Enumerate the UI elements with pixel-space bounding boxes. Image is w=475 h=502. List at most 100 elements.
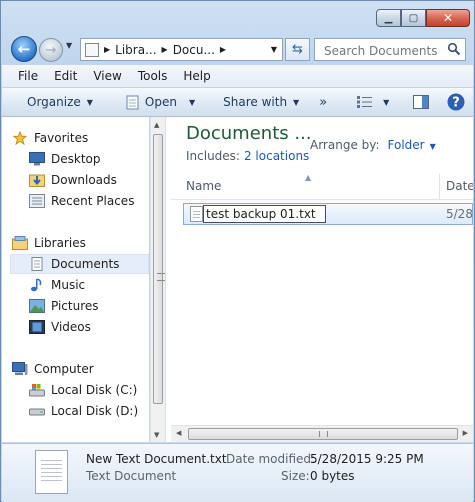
- nav-pictures[interactable]: Pictures: [29, 296, 149, 316]
- column-header-name[interactable]: Name: [186, 179, 221, 193]
- nav-recent-places[interactable]: Recent Places: [29, 191, 149, 211]
- refresh-icon: ⇆: [292, 42, 303, 57]
- arrange-by: Arrange by: Folder ▼: [310, 138, 436, 152]
- title-bar[interactable]: ▁ ▢ ✕: [1, 1, 475, 34]
- arrange-by-label: Arrange by:: [310, 138, 380, 152]
- preview-pane-icon: [413, 95, 430, 109]
- details-file-type: Text Document: [86, 469, 177, 483]
- close-button[interactable]: ✕: [426, 9, 470, 27]
- nav-favorites-label: Favorites: [34, 131, 89, 145]
- arrange-by-dropdown[interactable]: Folder ▼: [388, 138, 436, 152]
- drive-icon: [29, 408, 45, 416]
- navigation-pane: Favorites Desktop Downloads Recent Place…: [2, 117, 149, 442]
- explorer-window: ▁ ▢ ✕ ← → ▼ ▶ Libra... ▶ Docu... ▶ ▼ ⇆ F…: [0, 0, 475, 502]
- star-icon: [12, 131, 28, 145]
- help-button[interactable]: ?: [447, 88, 465, 116]
- column-header-date[interactable]: Date: [446, 179, 473, 193]
- music-icon: [31, 278, 42, 292]
- refresh-button[interactable]: ⇆: [285, 38, 310, 61]
- desktop-icon: [29, 152, 45, 166]
- chevron-down-icon: ▼: [429, 142, 436, 151]
- rename-input[interactable]: test backup 01.txt: [203, 205, 326, 223]
- details-pane: New Text Document.txt Text Document Date…: [2, 443, 473, 502]
- organize-button[interactable]: Organize ▼: [27, 88, 93, 116]
- breadcrumb-documents[interactable]: Docu...: [173, 43, 215, 57]
- share-with-label: Share with: [223, 95, 288, 109]
- details-file-name: New Text Document.txt: [86, 452, 227, 466]
- open-label: Open: [144, 95, 177, 109]
- forward-button[interactable]: →: [39, 38, 63, 62]
- recent-pages-dropdown[interactable]: ▼: [66, 41, 76, 57]
- nav-desktop-label: Desktop: [51, 152, 101, 166]
- search-input[interactable]: [322, 40, 452, 61]
- details-view-icon: [357, 96, 373, 108]
- nav-local-disk-c[interactable]: Local Disk (C:): [29, 380, 149, 400]
- nav-desktop[interactable]: Desktop: [29, 149, 149, 169]
- minimize-icon: ▁: [384, 12, 393, 24]
- open-button[interactable]: Open ▼: [125, 88, 195, 116]
- maximize-button[interactable]: ▢: [401, 9, 426, 27]
- menu-bar: File Edit View Tools Help: [2, 65, 473, 88]
- caption-buttons: ▁ ▢ ✕: [376, 9, 470, 27]
- search-box[interactable]: [314, 38, 466, 61]
- chevron-down-icon: ▼: [293, 97, 300, 107]
- details-size-value: 0 bytes: [310, 469, 355, 483]
- nav-local-disk-d[interactable]: Local Disk (D:): [29, 401, 149, 421]
- organize-label: Organize: [27, 95, 81, 109]
- scroll-right-arrow-icon[interactable]: ▶: [463, 429, 468, 437]
- menu-edit[interactable]: Edit: [46, 69, 85, 83]
- scroll-down-arrow-icon[interactable]: ▼: [154, 431, 159, 439]
- nav-libraries[interactable]: Libraries: [12, 233, 159, 253]
- file-date: 5/28: [446, 207, 473, 221]
- scroll-up-arrow-icon[interactable]: ▲: [154, 121, 159, 129]
- nav-computer[interactable]: Computer: [12, 359, 159, 379]
- command-bar: Organize ▼ Open ▼ Share with ▼ » ▼ ?: [2, 88, 473, 117]
- breadcrumb-separator-icon: ▶: [219, 45, 227, 54]
- file-row[interactable]: test backup 01.txt 5/28: [183, 203, 473, 225]
- navigation-pane-scrollbar[interactable]: ▲ ▼: [150, 117, 166, 442]
- maximize-icon: ▢: [408, 12, 419, 24]
- nav-documents[interactable]: Documents: [10, 254, 149, 274]
- file-list-horizontal-scrollbar[interactable]: ◀ ▶: [171, 425, 473, 442]
- includes-label: Includes:: [186, 149, 240, 163]
- nav-music-label: Music: [51, 278, 86, 292]
- nav-libraries-label: Libraries: [34, 236, 86, 250]
- downloads-folder-icon: [29, 174, 45, 187]
- includes-locations-link[interactable]: 2 locations: [244, 149, 309, 163]
- menu-view[interactable]: View: [85, 69, 129, 83]
- forward-arrow-icon: →: [45, 42, 57, 58]
- details-date-modified-label: Date modified:: [226, 452, 316, 466]
- column-divider[interactable]: [439, 174, 440, 199]
- videos-icon: [29, 320, 45, 334]
- minimize-button[interactable]: ▁: [376, 9, 401, 27]
- share-with-button[interactable]: Share with ▼: [223, 88, 299, 116]
- more-commands-button[interactable]: »: [319, 88, 327, 116]
- nav-favorites[interactable]: Favorites: [12, 128, 159, 148]
- menu-tools[interactable]: Tools: [130, 69, 176, 83]
- change-view-button[interactable]: ▼: [357, 88, 389, 116]
- system-drive-icon: [29, 384, 45, 397]
- preview-pane-button[interactable]: [413, 88, 430, 116]
- nav-documents-label: Documents: [51, 257, 120, 271]
- scroll-left-arrow-icon[interactable]: ◀: [176, 429, 181, 437]
- nav-music[interactable]: Music: [29, 275, 149, 295]
- breadcrumb-libraries[interactable]: Libra...: [115, 43, 156, 57]
- menu-file[interactable]: File: [2, 69, 46, 83]
- scrollbar-thumb[interactable]: [153, 134, 165, 404]
- library-title: Documents ...: [186, 123, 312, 144]
- details-size-label: Size:: [281, 469, 310, 483]
- nav-videos[interactable]: Videos: [29, 317, 149, 337]
- nav-pictures-label: Pictures: [51, 299, 99, 313]
- chevron-down-icon: ▼: [66, 41, 73, 50]
- scrollbar-thumb[interactable]: [188, 428, 458, 440]
- library-includes: Includes: 2 locations: [186, 149, 309, 163]
- nav-computer-label: Computer: [34, 362, 94, 376]
- computer-icon: [12, 362, 28, 375]
- menu-help[interactable]: Help: [175, 69, 218, 83]
- documents-icon: [31, 257, 43, 271]
- grip-icon: [319, 431, 328, 437]
- address-dropdown-icon[interactable]: ▼: [271, 45, 277, 54]
- nav-downloads[interactable]: Downloads: [29, 170, 149, 190]
- back-button[interactable]: ←: [11, 36, 37, 62]
- address-bar[interactable]: ▶ Libra... ▶ Docu... ▶ ▼: [80, 38, 283, 61]
